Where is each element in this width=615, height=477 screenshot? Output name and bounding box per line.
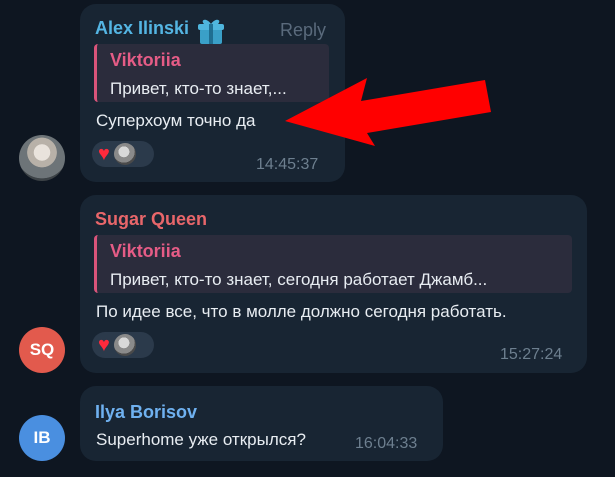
reaction-chip[interactable]: ♥ <box>92 141 154 167</box>
sender-name[interactable]: Sugar Queen <box>95 209 207 230</box>
avatar-sugar-queen[interactable]: SQ <box>19 327 65 373</box>
sender-name[interactable]: Ilya Borisov <box>95 402 197 423</box>
quote-text: Привет, кто-то знает,... <box>110 79 287 98</box>
reaction-chip[interactable]: ♥ <box>92 332 154 358</box>
quoted-message[interactable]: Viktoriia Привет, кто-то знает, сегодня … <box>94 235 572 293</box>
quote-author: Viktoriia <box>110 241 181 261</box>
message-text: По идее все, что в молле должно сегодня … <box>96 302 507 321</box>
message-time: 14:45:37 <box>256 156 319 173</box>
message-time: 16:04:33 <box>355 435 418 452</box>
message-bubble-ilya[interactable]: Ilya Borisov Superhome уже открылся? 16:… <box>80 386 443 461</box>
heart-icon: ♥ <box>98 143 110 165</box>
message-time: 15:27:24 <box>500 346 563 363</box>
quote-text: Привет, кто-то знает, сегодня работает Д… <box>110 270 488 289</box>
reactor-avatar <box>113 334 136 356</box>
message-bubble-sugar-queen[interactable]: Sugar Queen Viktoriia Привет, кто-то зна… <box>80 195 587 373</box>
avatar-ilya[interactable]: IB <box>19 415 65 461</box>
sender-name[interactable]: Alex Ilinski <box>95 18 189 39</box>
quote-author: Viktoriia <box>110 50 181 70</box>
arrow-annotation <box>285 78 491 146</box>
message-text: Суперхоум точно да <box>96 111 256 130</box>
avatar-alex[interactable] <box>19 135 65 181</box>
reactor-avatar <box>113 143 136 165</box>
reply-link[interactable]: Reply <box>280 20 326 41</box>
heart-icon: ♥ <box>98 334 110 356</box>
message-text: Superhome уже открылся? <box>96 430 306 449</box>
